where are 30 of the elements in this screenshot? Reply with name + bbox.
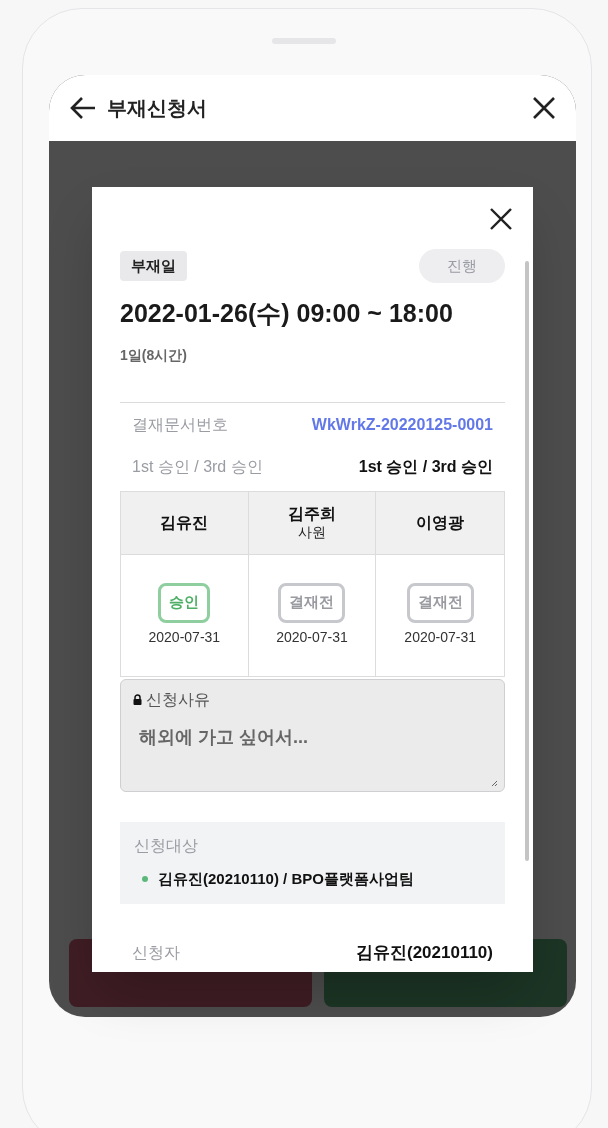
approver-name: 김유진 — [160, 512, 209, 533]
close-icon[interactable] — [532, 96, 556, 120]
field-value: 김유진(20210110) — [355, 942, 493, 964]
back-arrow-icon[interactable] — [69, 96, 97, 120]
type-badge: 부재일 — [120, 250, 187, 282]
approval-date: 2020-07-31 — [276, 627, 348, 647]
approver-name: 이영광 — [416, 512, 465, 533]
scrollbar[interactable] — [525, 261, 529, 861]
duration-text: 1일(8시간) — [120, 345, 188, 365]
status-stamp: 승인 — [158, 582, 211, 623]
approver-name: 김주희 — [288, 503, 336, 524]
status-stamp: 결재전 — [406, 582, 474, 623]
reason-label: 신청사유 — [146, 689, 210, 710]
reason-text: 해외에 가고 싶어서... — [139, 725, 309, 749]
date-time: 2022-01-26(수) 09:00 ~ 18:00 — [120, 298, 454, 329]
field-value: 1st 승인 / 3rd 승인 — [358, 456, 493, 477]
close-icon[interactable] — [489, 207, 513, 231]
field-label: 결재문서번호 — [132, 414, 228, 435]
field-label: 신청자 — [132, 942, 180, 963]
target-label: 신청대상 — [134, 835, 199, 856]
status-stamp: 결재전 — [278, 582, 346, 623]
target-text: 김유진(20210110) / BPO플랫폼사업팀 — [158, 868, 414, 889]
status-badge: 진행 — [419, 249, 505, 283]
approval-date: 2020-07-31 — [404, 627, 476, 647]
approver-position: 사원 — [298, 523, 326, 542]
approval-date: 2020-07-31 — [148, 627, 221, 647]
header-title: 부재신청서 — [107, 96, 207, 121]
document-number-link[interactable]: WkWrkZ-20220125-0001 — [311, 412, 493, 437]
field-label: 1st 승인 / 3rd 승인 — [132, 456, 263, 477]
lock-icon — [133, 694, 142, 705]
